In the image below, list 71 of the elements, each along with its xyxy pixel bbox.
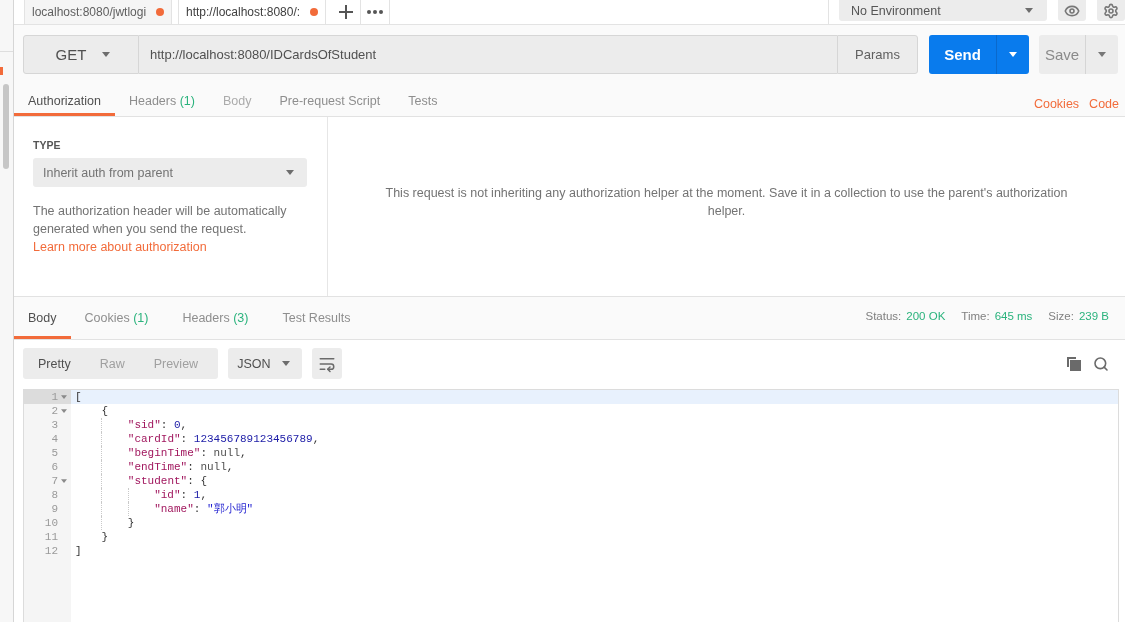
wrap-lines-button[interactable] — [312, 348, 343, 379]
line-number: 6 — [51, 460, 58, 474]
caret-icon — [1009, 52, 1017, 57]
code-line: "name": "郭小明" — [154, 502, 254, 516]
more-icon — [367, 10, 383, 14]
view-mode-button[interactable]: Preview — [138, 348, 213, 379]
response-meta-label: Status: — [865, 310, 902, 322]
request-link[interactable]: Code — [1089, 96, 1119, 111]
method-select[interactable]: GET — [23, 35, 139, 74]
line-number: 8 — [51, 488, 58, 502]
caret-icon — [1025, 8, 1033, 13]
caret-icon — [286, 170, 294, 175]
line-number: 9 — [51, 502, 58, 516]
code-line: "cardId": 123456789123456789, — [127, 432, 320, 446]
response-meta-label: Size: — [1048, 310, 1074, 322]
line-number: 2 — [51, 404, 58, 418]
code-line: } — [127, 516, 135, 530]
format-select[interactable]: JSON — [228, 348, 303, 379]
view-mode-button[interactable]: Raw — [84, 348, 139, 379]
save-button[interactable]: Save — [1039, 35, 1085, 74]
request-tab[interactable]: localhost:8080/jwtlogi — [24, 0, 172, 24]
code-line: "endTime": null, — [127, 460, 234, 474]
line-number: 10 — [44, 516, 58, 530]
settings-icon — [1103, 2, 1119, 19]
line-number: 5 — [51, 446, 58, 460]
response-tab[interactable]: Test Results — [268, 297, 365, 339]
request-section-tab[interactable]: Pre-request Script — [265, 85, 395, 116]
request-link[interactable]: Cookies — [1033, 96, 1080, 111]
active-item-marker — [0, 67, 3, 75]
code-line: ] — [75, 544, 82, 558]
type-label: TYPE — [33, 139, 61, 151]
line-number: 7 — [51, 474, 58, 488]
response-meta-value: 645 ms — [994, 310, 1033, 322]
plus-icon — [339, 5, 353, 19]
request-tab[interactable]: http://localhost:8080/: — [178, 0, 326, 24]
response-tab[interactable]: Cookies (1) — [70, 297, 163, 339]
view-mode-button[interactable]: Pretty — [23, 348, 85, 379]
auth-type-select[interactable]: Inherit auth from parent — [33, 158, 307, 187]
line-number: 4 — [51, 432, 58, 446]
search-icon[interactable] — [1093, 355, 1109, 372]
line-number: 11 — [44, 530, 58, 544]
response-meta-label: Time: — [961, 310, 990, 322]
caret-icon — [282, 361, 291, 366]
code-line: "beginTime": null, — [127, 446, 247, 460]
line-number: 12 — [44, 544, 58, 558]
copy-icon[interactable] — [1067, 356, 1081, 371]
line-number: 1 — [51, 390, 58, 404]
code-line: [ — [75, 390, 82, 404]
request-section-tab[interactable]: Tests — [394, 85, 452, 116]
scrollbar-thumb[interactable] — [3, 84, 9, 169]
response-tab[interactable]: Headers (3) — [168, 297, 263, 339]
caret-icon — [102, 52, 111, 57]
code-line: { — [101, 404, 108, 418]
settings-button[interactable] — [1097, 0, 1125, 21]
auth-description: The authorization header will be automatically generated when you send the request. Learn more about authorization — [33, 203, 288, 256]
response-meta-value: 200 OK — [906, 310, 946, 322]
url-input[interactable]: http://localhost:8080/IDCardsOfStudent — [139, 35, 837, 74]
request-section-tab[interactable]: Headers (1) — [114, 85, 209, 116]
params-button[interactable]: Params — [837, 35, 918, 74]
response-meta-value: 239 B — [1078, 310, 1109, 322]
code-line: "id": 1, — [154, 488, 207, 502]
environment-quick-look-button[interactable] — [1058, 0, 1086, 21]
code-line: "student": { — [127, 474, 207, 488]
send-button[interactable]: Send — [929, 35, 996, 74]
environment-select[interactable]: No Environment — [839, 0, 1047, 21]
line-number: 3 — [51, 418, 58, 432]
caret-icon — [1098, 52, 1106, 57]
code-line: } — [101, 530, 108, 544]
learn-more-link[interactable]: Learn more about authorization — [33, 240, 207, 254]
code-line: "sid": 0, — [127, 418, 188, 432]
auth-message: This request is not inheriting any authorization helper at the moment. Save it in a collection to use the parent's authorization helper. — [384, 184, 1069, 220]
